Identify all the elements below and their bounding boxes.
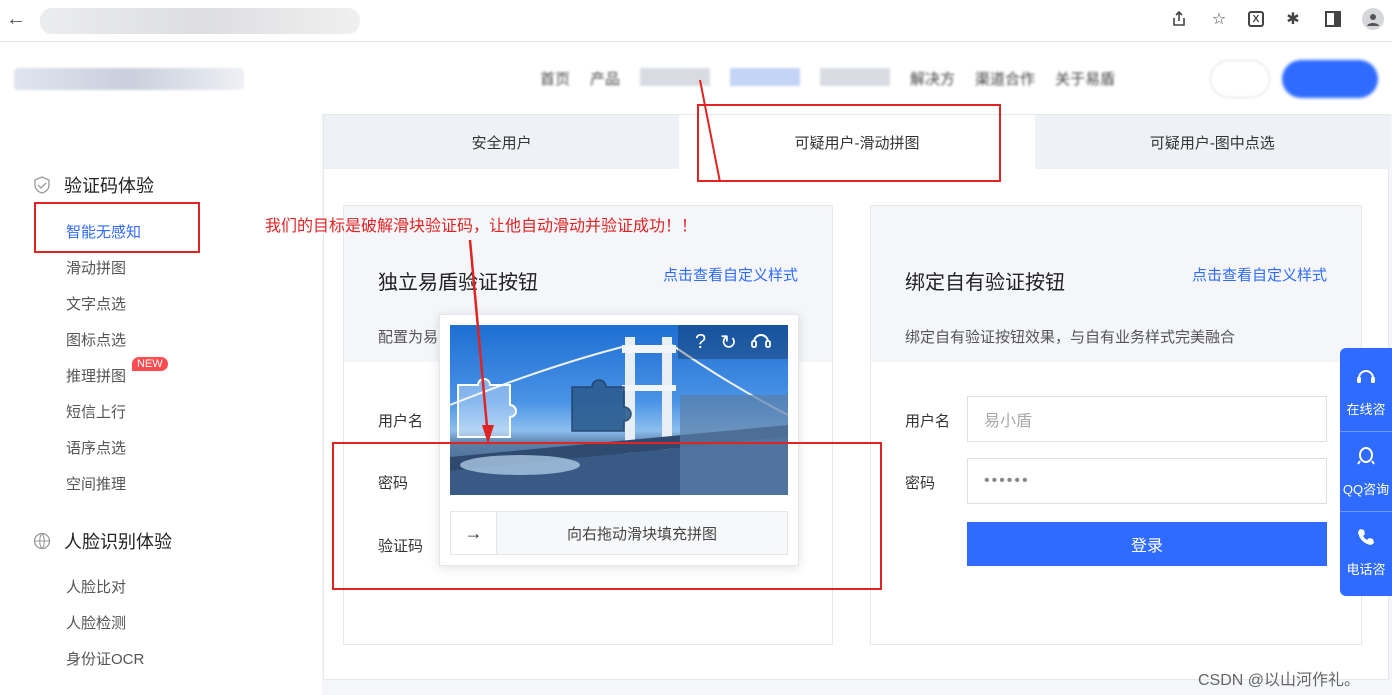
nav-blurred-active[interactable] (730, 68, 801, 86)
nav-products[interactable]: 产品 (590, 68, 620, 89)
nav-about[interactable]: 关于易盾 (1055, 68, 1115, 89)
online-consult[interactable]: 在线咨 (1340, 352, 1392, 432)
profile-avatar-icon[interactable] (1362, 8, 1384, 30)
audio-icon[interactable] (751, 330, 771, 354)
address-bar[interactable] (40, 8, 360, 34)
sidebar-item-icon-click[interactable]: 图标点选 (66, 329, 126, 350)
card-title: 绑定自有验证按钮 (905, 272, 1065, 294)
main-nav: 首页 产品 解决方 渠道合作 关于易盾 (540, 68, 1115, 89)
sidebar-group-captcha: 验证码体验 (32, 172, 154, 198)
username-label: 用户名 (905, 413, 951, 430)
sidebar-group-title: 验证码体验 (64, 176, 154, 196)
qq-consult-label: QQ咨询 (1342, 482, 1390, 497)
qq-consult[interactable]: QQ咨询 (1340, 432, 1392, 512)
floating-contact-panel: 在线咨 QQ咨询 电话咨 (1340, 348, 1392, 596)
phone-consult[interactable]: 电话咨 (1340, 512, 1392, 592)
sidebar-item-text-click[interactable]: 文字点选 (66, 293, 126, 314)
annotation-box-captcha (332, 442, 882, 590)
browser-toolbar: ← ☆ X ✱ (0, 0, 1392, 42)
sidebar-item-slide-puzzle[interactable]: 滑动拼图 (66, 257, 126, 278)
share-icon[interactable] (1168, 8, 1190, 30)
back-arrow-icon[interactable]: ← (6, 8, 26, 31)
annotation-text: 我们的目标是破解滑块验证码，让他自动滑动并验证成功！！ (265, 218, 698, 235)
password-input[interactable]: •••••• (967, 458, 1327, 504)
annotation-box-tab (697, 104, 1001, 182)
help-icon[interactable]: ? (695, 331, 706, 354)
custom-style-link[interactable]: 点击查看自定义样式 (663, 264, 798, 285)
phone-icon (1356, 527, 1376, 553)
username-label: 用户名 (378, 413, 424, 430)
login-button[interactable]: 登录 (967, 522, 1327, 566)
sidebar-item-id-ocr[interactable]: 身份证OCR (66, 648, 144, 669)
new-badge: NEW (132, 357, 168, 371)
online-consult-label: 在线咨 (1346, 402, 1386, 417)
tab-safe-user[interactable]: 安全用户 (324, 115, 680, 169)
sidebar-group-face: 人脸识别体验 (32, 528, 172, 554)
username-input[interactable]: 易小盾 (967, 396, 1327, 442)
nav-blurred[interactable] (820, 68, 891, 86)
phone-consult-label: 电话咨 (1346, 561, 1386, 577)
excel-extension-icon[interactable]: X (1248, 11, 1264, 27)
card-title: 独立易盾验证按钮 (378, 272, 538, 294)
shield-check-icon (32, 175, 52, 195)
captcha-toolbar: ? ↻ (678, 325, 788, 359)
header-register-button[interactable] (1282, 60, 1378, 98)
sidebar-item-word-order[interactable]: 语序点选 (66, 437, 126, 458)
sidebar-group-title: 人脸识别体验 (64, 532, 172, 552)
sidepanel-icon[interactable] (1322, 8, 1344, 30)
sidebar-item-face-detect[interactable]: 人脸检测 (66, 612, 126, 633)
card-description: 配置为易 (378, 329, 439, 346)
tab-suspicious-click[interactable]: 可疑用户-图中点选 (1034, 115, 1390, 169)
site-header: 首页 产品 解决方 渠道合作 关于易盾 (0, 42, 1392, 114)
puzzle-extension-icon[interactable]: ✱ (1282, 8, 1304, 30)
sidebar-item-reasoning-puzzle[interactable]: 推理拼图 (66, 365, 126, 386)
browser-toolbar-icons: ☆ X ✱ (1168, 8, 1384, 30)
globe-icon (32, 531, 52, 551)
annotation-box-sidebar (34, 202, 200, 253)
nav-solutions[interactable]: 解决方 (910, 68, 955, 89)
site-logo[interactable] (14, 68, 244, 90)
qq-icon (1355, 445, 1377, 473)
card-bind-own-button: 绑定自有验证按钮 点击查看自定义样式 绑定自有验证按钮效果，与自有业务样式完美融… (870, 205, 1362, 645)
nav-blurred[interactable] (640, 68, 711, 86)
watermark: CSDN @以山河作礼。 (1198, 672, 1361, 689)
nav-home[interactable]: 首页 (540, 68, 570, 89)
header-login-button[interactable] (1210, 60, 1270, 98)
refresh-icon[interactable]: ↻ (720, 330, 737, 355)
custom-style-link[interactable]: 点击查看自定义样式 (1192, 264, 1327, 285)
sidebar-item-space-reasoning[interactable]: 空间推理 (66, 473, 126, 494)
headset-icon (1355, 365, 1377, 393)
sidebar-item-sms-uplink[interactable]: 短信上行 (66, 401, 126, 422)
password-label: 密码 (905, 475, 936, 492)
sidebar-item-face-compare[interactable]: 人脸比对 (66, 576, 126, 597)
card-description: 绑定自有验证按钮效果，与自有业务样式完美融合 (905, 329, 1236, 346)
star-icon[interactable]: ☆ (1208, 8, 1230, 30)
nav-channel[interactable]: 渠道合作 (975, 68, 1035, 89)
